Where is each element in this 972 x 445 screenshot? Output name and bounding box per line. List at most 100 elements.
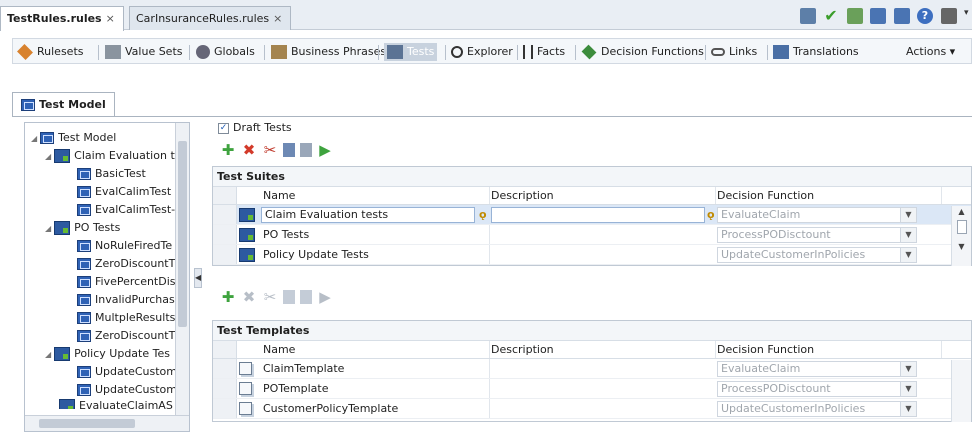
tree-vertical-scrollbar[interactable] <box>175 123 189 415</box>
tree-root[interactable]: ◢ Test Model <box>31 129 116 147</box>
chevron-down-icon[interactable]: ▼ <box>900 382 916 396</box>
column-header-description[interactable]: Description <box>491 341 719 358</box>
template-name-cell[interactable]: CustomerPolicyTemplate <box>263 399 501 418</box>
panel-collapse-handle[interactable]: ◀ <box>194 268 202 288</box>
run-icon[interactable]: ▶ <box>317 142 333 158</box>
table-row[interactable]: PO Tests ProcessPODisctount ▼ <box>213 225 971 245</box>
tab-test-model[interactable]: Test Model <box>12 92 115 117</box>
row-selector[interactable] <box>213 205 237 224</box>
column-header-decision-function[interactable]: Decision Function <box>717 187 937 204</box>
column-header-decision-function[interactable]: Decision Function <box>717 341 937 358</box>
chevron-down-icon[interactable]: ▼ <box>900 402 916 416</box>
decision-function-select[interactable]: UpdateCustomerInPolicies ▼ <box>717 247 917 263</box>
save-icon[interactable] <box>870 8 886 24</box>
template-description-cell[interactable] <box>491 359 719 378</box>
decision-function-select[interactable]: ProcessPODisctount ▼ <box>717 227 917 243</box>
row-selector[interactable] <box>213 245 237 264</box>
scrollbar-thumb[interactable] <box>956 220 967 234</box>
draft-tests-option[interactable]: ✓ Draft Tests <box>218 121 292 134</box>
tree-horizontal-scrollbar[interactable] <box>25 415 189 431</box>
collapse-icon[interactable]: ◢ <box>31 134 37 143</box>
tree-suite[interactable]: ◢ Claim Evaluation t <box>45 147 175 165</box>
suite-name-field[interactable]: Claim Evaluation tests <box>261 207 475 223</box>
actions-menu[interactable]: Actions ▾ <box>906 43 955 61</box>
validate-check-icon[interactable]: ✔ <box>823 8 839 24</box>
suite-name-cell[interactable]: PO Tests <box>263 225 501 244</box>
template-name-cell[interactable]: ClaimTemplate <box>263 359 501 378</box>
template-description-cell[interactable] <box>491 399 719 418</box>
decision-function-select[interactable]: ProcessPODisctount ▼ <box>717 381 917 397</box>
nav-value-sets[interactable]: Value Sets <box>105 43 183 61</box>
scroll-down-icon[interactable]: ▼ <box>952 236 971 258</box>
column-header-name[interactable]: Name <box>263 187 501 204</box>
tree-test[interactable]: MultpleResultsT <box>77 309 182 327</box>
tree-test[interactable]: FivePercentDis <box>77 273 176 291</box>
tree-test[interactable]: EvalCalimTest <box>77 183 171 201</box>
delete-icon[interactable]: ✖ <box>241 142 257 158</box>
nav-facts[interactable]: Facts <box>523 43 565 61</box>
table-row[interactable]: CustomerPolicyTemplate UpdateCustomerInP… <box>213 399 971 419</box>
lookup-icon[interactable]: ǫ <box>479 208 487 221</box>
tree-test[interactable]: UpdateCustom <box>77 381 177 399</box>
chevron-down-icon[interactable]: ▾ <box>964 8 972 24</box>
nav-links[interactable]: Links <box>711 43 757 61</box>
cut-icon[interactable]: ✂ <box>262 142 278 158</box>
chevron-down-icon[interactable]: ▼ <box>900 248 916 262</box>
help-icon[interactable]: ? <box>917 8 933 24</box>
row-selector[interactable] <box>213 225 237 244</box>
nav-rulesets[interactable]: Rulesets <box>17 43 84 61</box>
suite-name-cell[interactable]: Policy Update Tests <box>263 245 501 264</box>
chevron-down-icon[interactable]: ▼ <box>900 228 916 242</box>
tree-test[interactable]: ZeroDiscountT <box>77 255 175 273</box>
minimize-icon[interactable] <box>940 8 957 24</box>
tree-test[interactable]: ZeroDiscountT <box>77 327 175 345</box>
scroll-up-icon[interactable]: ▲ <box>952 206 971 218</box>
close-icon[interactable]: × <box>273 12 282 25</box>
collapse-icon[interactable]: ◢ <box>45 152 51 161</box>
close-icon[interactable]: × <box>106 12 115 25</box>
suite-description-cell[interactable] <box>491 245 719 264</box>
tab-carinsurancerules[interactable]: CarInsuranceRules.rules × <box>129 6 292 30</box>
row-selector[interactable] <box>213 379 237 398</box>
nav-translations[interactable]: Translations <box>773 43 859 61</box>
row-selector[interactable] <box>213 399 237 418</box>
decision-function-select[interactable]: EvaluateClaim ▼ <box>717 207 917 223</box>
tree-test[interactable]: NoRuleFiredTe <box>77 237 172 255</box>
table-row[interactable]: POTemplate ProcessPODisctount ▼ <box>213 379 971 399</box>
draft-tests-checkbox[interactable]: ✓ <box>218 122 229 134</box>
tree-suite[interactable]: ◢ PO Tests <box>45 219 120 237</box>
table-row[interactable]: Claim Evaluation tests ǫ ǫ EvaluateClaim… <box>213 205 971 225</box>
save-all-icon[interactable] <box>893 8 910 24</box>
copy-icon[interactable] <box>283 143 295 157</box>
suite-description-field[interactable] <box>491 207 705 223</box>
template-name-cell[interactable]: POTemplate <box>263 379 501 398</box>
nav-tests[interactable]: Tests <box>384 43 438 61</box>
tree-test[interactable]: UpdateCustom <box>77 363 177 381</box>
suite-description-cell[interactable] <box>491 225 719 244</box>
nav-explorer[interactable]: Explorer <box>451 43 513 61</box>
table-row[interactable]: ClaimTemplate EvaluateClaim ▼ <box>213 359 971 379</box>
lookup-icon[interactable]: ǫ <box>707 208 715 221</box>
scrollbar-thumb[interactable] <box>178 141 187 327</box>
tree-test[interactable]: BasicTest <box>77 165 146 183</box>
decision-function-select[interactable]: EvaluateClaim ▼ <box>717 361 917 377</box>
decision-function-select[interactable]: UpdateCustomerInPolicies ▼ <box>717 401 917 417</box>
tree-suite-partial[interactable]: EvaluateClaimAS 2 <box>59 399 183 409</box>
tab-testrules[interactable]: TestRules.rules × <box>0 6 124 31</box>
scrollbar-thumb[interactable] <box>39 419 135 428</box>
collapse-icon[interactable]: ◢ <box>45 350 51 359</box>
collapse-icon[interactable]: ◢ <box>45 224 51 233</box>
report-icon[interactable] <box>799 8 816 24</box>
generate-icon[interactable] <box>846 8 863 24</box>
table-row[interactable]: Policy Update Tests UpdateCustomerInPoli… <box>213 245 971 265</box>
column-header-name[interactable]: Name <box>263 341 501 358</box>
test-model-tree[interactable]: ◢ Test Model ◢ Claim Evaluation t BasicTes… <box>24 122 190 432</box>
paste-icon[interactable] <box>300 143 312 157</box>
chevron-down-icon[interactable]: ▼ <box>900 208 916 222</box>
tree-test[interactable]: InvalidPurchas <box>77 291 175 309</box>
add-icon[interactable]: ✚ <box>220 289 236 305</box>
nav-decision-functions[interactable]: Decision Functions <box>581 43 704 61</box>
nav-business-phrases[interactable]: Business Phrases <box>271 43 386 61</box>
tree-suite[interactable]: ◢ Policy Update Tes <box>45 345 170 363</box>
nav-globals[interactable]: Globals <box>196 43 255 61</box>
